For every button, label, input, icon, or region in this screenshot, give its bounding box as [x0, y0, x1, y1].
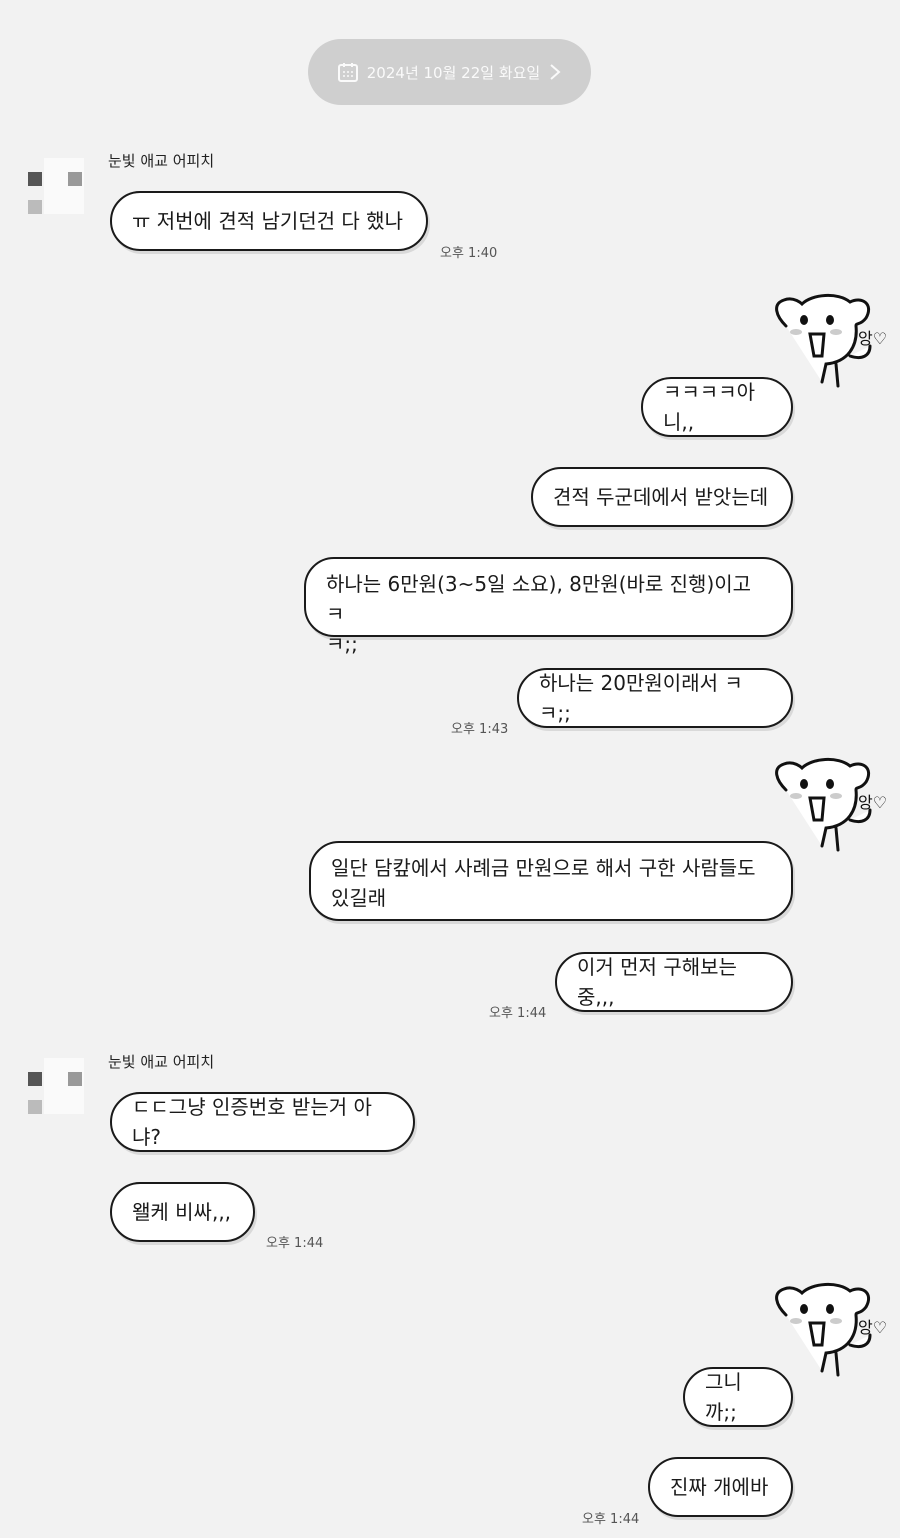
timestamp: 오후 1:40: [440, 246, 498, 261]
message-text: ㅋㅋㅋㅋ아니,,: [663, 380, 755, 434]
message-bubble[interactable]: 하나는 6만원(3~5일 소요), 8만원(바로 진행)이고 ㅋ ㅋ;;: [304, 557, 793, 656]
dog-sticker-icon[interactable]: 앙♡: [766, 286, 890, 398]
message-line: 일단 담캎에서 사례금 만원으로 해서 구한 사람들도: [331, 856, 756, 880]
message-bubble[interactable]: ㅋㅋㅋㅋ아니,,: [641, 377, 793, 437]
message-line: 하나는 6만원(3~5일 소요), 8만원(바로 진행)이고 ㅋ: [326, 572, 752, 626]
avatar[interactable]: [26, 1056, 84, 1114]
message-text: 견적 두군데에서 받앗는데: [553, 485, 769, 509]
message-text: 하나는 20만원이래서 ㅋㅋ;;: [539, 671, 743, 725]
timestamp: 오후 1:44: [489, 1006, 547, 1021]
message-text: 하나는 6만원(3~5일 소요), 8만원(바로 진행)이고 ㅋ ㅋ;;: [326, 569, 771, 659]
calendar-icon: [337, 63, 358, 82]
message-text: 왤케 비싸,,,: [132, 1200, 232, 1224]
timestamp: 오후 1:44: [582, 1512, 640, 1527]
message-bubble[interactable]: 하나는 20만원이래서 ㅋㅋ;;: [517, 668, 793, 728]
chevron-right-icon: [550, 64, 561, 80]
timestamp: 오후 1:44: [266, 1236, 324, 1251]
message-bubble[interactable]: 견적 두군데에서 받앗는데: [531, 467, 793, 527]
message-bubble[interactable]: 왤케 비싸,,,: [110, 1182, 255, 1242]
message-bubble[interactable]: ㄷㄷ그냥 인증번호 받는거 아냐?: [110, 1092, 415, 1152]
message-text: 그니까;;: [705, 1370, 742, 1424]
message-text: 일단 담캎에서 사례금 만원으로 해서 구한 사람들도 있길래: [331, 853, 756, 913]
message-text: 진짜 개에바: [670, 1475, 769, 1499]
date-header-button[interactable]: 2024년 10월 22일 화요일: [308, 39, 591, 105]
message-text: ㅠ 저번에 견적 남기던건 다 했나: [132, 209, 403, 233]
date-label: 2024년 10월 22일 화요일: [366, 63, 541, 82]
message-bubble[interactable]: 일단 담캎에서 사례금 만원으로 해서 구한 사람들도 있길래: [309, 841, 793, 921]
message-bubble[interactable]: 진짜 개에바: [648, 1457, 793, 1517]
sticker-text: 앙♡: [858, 1318, 887, 1337]
message-bubble[interactable]: 이거 먼저 구해보는중,,,: [555, 952, 793, 1012]
timestamp: 오후 1:43: [451, 722, 509, 737]
sticker-text: 앙♡: [858, 329, 887, 348]
sender-name: 눈빛 애교 어피치: [108, 152, 215, 170]
avatar[interactable]: [26, 156, 84, 214]
message-text: ㄷㄷ그냥 인증번호 받는거 아냐?: [132, 1095, 372, 1149]
message-bubble[interactable]: 그니까;;: [683, 1367, 793, 1427]
dog-sticker-icon[interactable]: 앙♡: [766, 750, 890, 862]
message-line: 있길래: [331, 886, 387, 910]
dog-sticker-icon[interactable]: 앙♡: [766, 1275, 890, 1387]
sticker-text: 앙♡: [858, 793, 887, 812]
message-line: ㅋ;;: [326, 632, 358, 656]
message-bubble[interactable]: ㅠ 저번에 견적 남기던건 다 했나: [110, 191, 428, 251]
message-text: 이거 먼저 구해보는중,,,: [577, 955, 737, 1009]
sender-name: 눈빛 애교 어피치: [108, 1053, 215, 1071]
